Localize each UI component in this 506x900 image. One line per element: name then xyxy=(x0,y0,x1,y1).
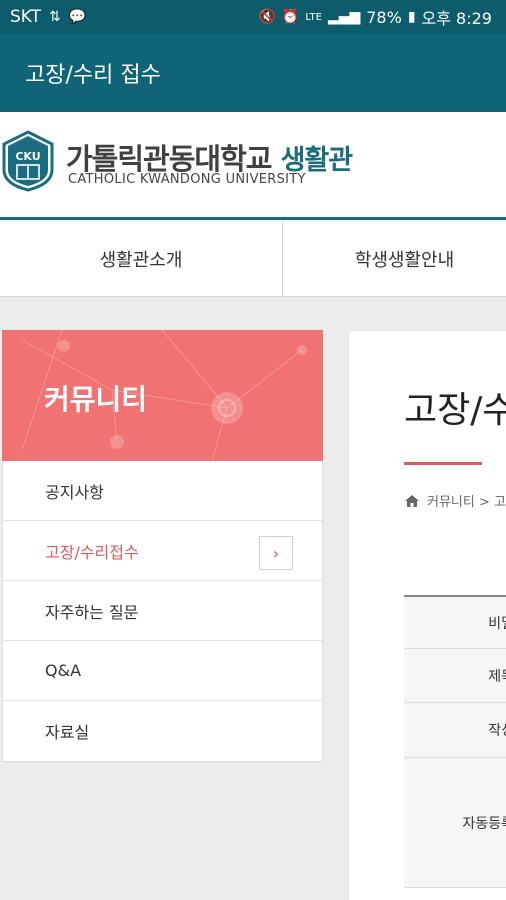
nav-dormitory-intro[interactable]: 생활관소개 xyxy=(0,221,283,296)
breadcrumb-text[interactable]: 커뮤니티 > 고 xyxy=(427,491,506,510)
network-type: LTE xyxy=(305,11,322,23)
breadcrumb: 커뮤니티 > 고 xyxy=(404,491,506,510)
university-name: 가톨릭관동대학교 xyxy=(66,142,272,176)
app-bar: 고장/수리 접수 xyxy=(0,34,506,112)
title-underline xyxy=(404,462,482,465)
chevron-right-icon[interactable]: › xyxy=(259,536,293,570)
home-icon[interactable] xyxy=(404,494,420,508)
message-icon: 💬 xyxy=(68,9,87,25)
carrier-label: SKT xyxy=(10,7,42,27)
university-name-en: CATHOLIC KWANDONG UNIVERSITY xyxy=(68,172,306,187)
signal-icon: ▂▄▆ xyxy=(327,9,361,25)
sidebar-item-label: 공지사항 xyxy=(45,482,104,502)
form-label-title: 제목 xyxy=(404,649,506,703)
sidebar-item-notices[interactable]: 공지사항 xyxy=(3,461,322,521)
status-bar: SKT ⇅ 💬 🔇 ⏰ LTE ▂▄▆ 78% ▮ 오후 8:29 xyxy=(0,0,506,34)
sidebar-item-qna[interactable]: Q&A xyxy=(3,641,322,701)
sidebar-item-archive[interactable]: 자료실 xyxy=(3,701,322,761)
form-label: 자동등록 xyxy=(462,815,506,832)
battery-percent: 78% xyxy=(366,7,402,27)
sidebar-item-label: Q&A xyxy=(45,661,82,680)
data-activity-icon: ⇅ xyxy=(49,9,61,25)
form-label-password: 비밀 xyxy=(404,597,506,649)
page-title: 고장/수 xyxy=(404,390,506,431)
app-bar-title: 고장/수리 접수 xyxy=(25,63,161,88)
form-label: 비밀 xyxy=(488,615,506,632)
mute-icon: 🔇 xyxy=(258,9,276,25)
form-label: 제목 xyxy=(488,668,506,685)
sidebar-title: 커뮤니티 xyxy=(44,383,148,416)
sidebar-item-label: 자료실 xyxy=(45,723,90,742)
repair-request-form: 비밀 제목 작성 자동등록 xyxy=(404,595,506,888)
form-label: 작성 xyxy=(488,723,506,739)
university-logo-icon: CKU xyxy=(2,130,54,192)
sidebar-header: 커뮤니티 xyxy=(2,330,323,461)
sidebar: 커뮤니티 공지사항 고장/수리접수 › 자주하는 질문 Q&A 자료실 xyxy=(2,330,323,762)
clock: 오후 8:29 xyxy=(421,9,492,28)
top-navigation: 생활관소개 학생생활안내 xyxy=(0,221,506,297)
logo-text: CKU xyxy=(15,150,40,163)
alarm-icon: ⏰ xyxy=(281,9,300,25)
sidebar-item-label: 자주하는 질문 xyxy=(45,602,139,622)
form-label-captcha: 자동등록 xyxy=(404,758,506,888)
main-content: 고장/수 커뮤니티 > 고 비밀 제목 작성 자동등록 xyxy=(348,330,506,900)
sidebar-item-faq[interactable]: 자주하는 질문 xyxy=(3,581,322,641)
sidebar-menu: 공지사항 고장/수리접수 › 자주하는 질문 Q&A 자료실 xyxy=(2,461,323,762)
nav-student-life-guide[interactable]: 학생생활안내 xyxy=(283,221,506,296)
battery-icon: ▮ xyxy=(407,9,416,25)
sidebar-item-repair-request[interactable]: 고장/수리접수 › xyxy=(3,521,322,581)
sidebar-item-label: 고장/수리접수 xyxy=(45,542,139,562)
brand-header[interactable]: CKU 가톨릭관동대학교 생활관 CATHOLIC KWANDONG UNIVE… xyxy=(0,112,506,220)
form-label-author: 작성 xyxy=(404,703,506,758)
